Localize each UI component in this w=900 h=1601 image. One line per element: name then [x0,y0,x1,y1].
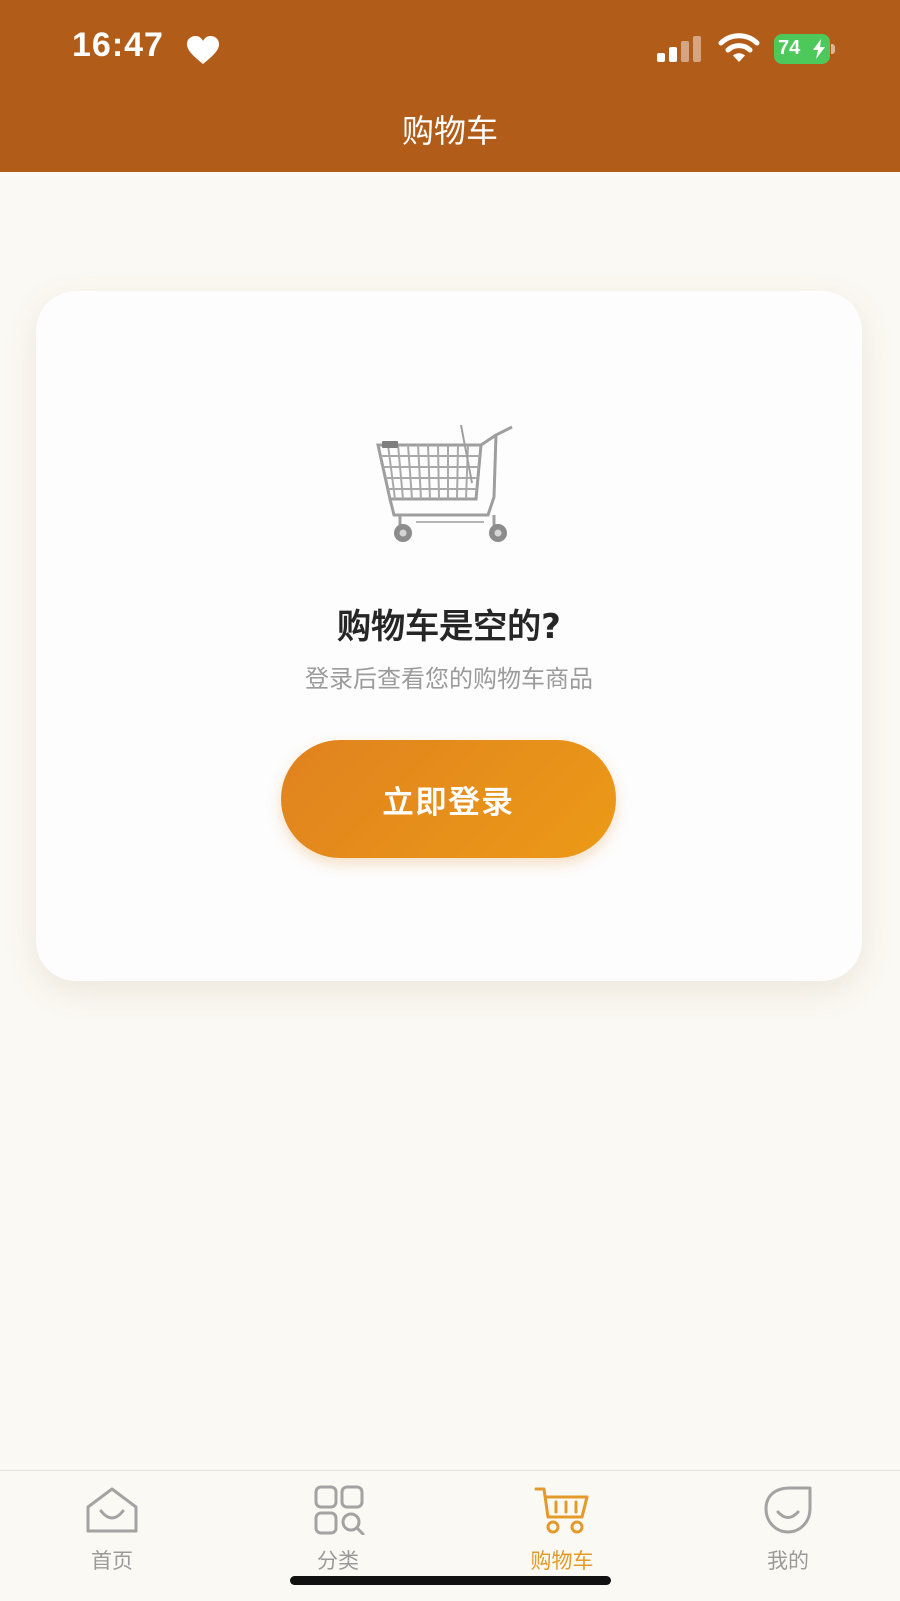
cart-icon [534,1487,589,1534]
home-icon [86,1487,138,1533]
tab-cart[interactable]: 购物车 [482,1485,642,1585]
home-indicator[interactable] [290,1576,611,1585]
tab-home[interactable]: 首页 [32,1485,192,1585]
category-icon [314,1485,365,1535]
signal-icon [657,36,701,62]
empty-cart-title: 购物车是空的? [337,607,561,647]
heart-icon [187,36,219,64]
page-title: 购物车 [401,112,498,150]
tab-profile[interactable]: 我的 [708,1485,868,1585]
tab-category[interactable]: 分类 [258,1485,418,1585]
tab-profile-label: 我的 [767,1549,809,1573]
wifi-icon [718,33,760,62]
tab-home-label: 首页 [91,1549,133,1573]
shopping-cart-icon [376,424,513,542]
tab-category-label: 分类 [317,1549,359,1573]
login-now-button-label: 立即登录 [382,784,515,821]
battery-level: 74 [778,37,801,59]
empty-cart-subtitle: 登录后查看您的购物车商品 [305,665,593,693]
profile-icon [764,1486,812,1534]
login-now-button[interactable]: 立即登录 [281,740,616,858]
battery-icon: 74 [774,34,836,64]
empty-cart-card: 购物车是空的? 登录后查看您的购物车商品 立即登录 [36,291,862,981]
app-header: 16:47 74 购物车 [0,0,900,172]
charging-bolt-icon [813,39,825,59]
tab-cart-label: 购物车 [530,1549,594,1573]
status-bar-time: 16:47 [72,26,164,64]
